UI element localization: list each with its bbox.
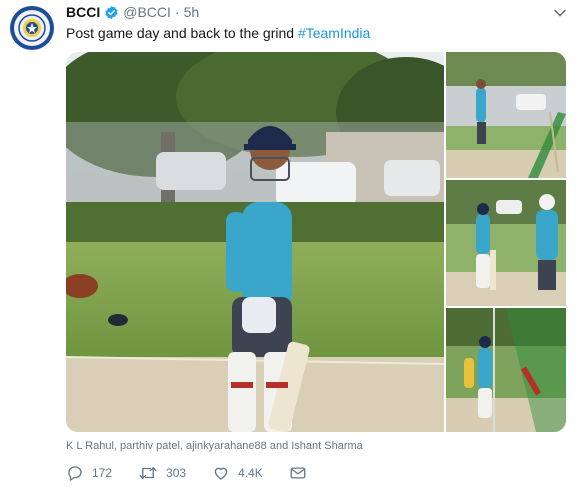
tweet-timestamp[interactable]: 5h: [184, 4, 200, 20]
retweet-button[interactable]: 303: [138, 464, 186, 482]
direct-message-button[interactable]: [289, 464, 315, 482]
thumbnail-photo-3[interactable]: [446, 308, 566, 432]
bcci-logo-icon: [14, 10, 50, 46]
tweet-header: BCCI @BCCI · 5h: [66, 4, 199, 20]
separator-dot: ·: [174, 4, 180, 20]
tweet-body: Post game day and back to the grind: [66, 25, 298, 41]
thumbnail-photo-1[interactable]: [446, 52, 566, 178]
like-count: 4.4K: [238, 466, 263, 480]
author-name[interactable]: BCCI: [66, 4, 100, 20]
reply-icon: [68, 466, 82, 481]
retweet-icon: [139, 467, 157, 479]
envelope-icon: [290, 467, 306, 479]
main-photo[interactable]: [66, 52, 444, 432]
reply-button[interactable]: 172: [66, 464, 112, 482]
heart-icon: [214, 467, 228, 480]
hashtag-link[interactable]: #TeamIndia: [298, 25, 370, 41]
tweet-text: Post game day and back to the grind #Tea…: [66, 25, 370, 41]
author-handle[interactable]: @BCCI: [123, 4, 171, 20]
retweet-count: 303: [166, 466, 187, 480]
media-caption: K L Rahul, parthiv patel, ajinkyarahane8…: [66, 440, 363, 452]
avatar[interactable]: [10, 6, 54, 50]
verified-badge-icon: [104, 5, 119, 20]
thumbnail-photo-2[interactable]: [446, 180, 566, 306]
media-grid: [66, 52, 566, 432]
tweet-actions: 172 303 4.4K: [66, 464, 341, 482]
chevron-down-icon[interactable]: [553, 6, 567, 25]
reply-count: 172: [92, 466, 113, 480]
like-button[interactable]: 4.4K: [212, 464, 263, 482]
